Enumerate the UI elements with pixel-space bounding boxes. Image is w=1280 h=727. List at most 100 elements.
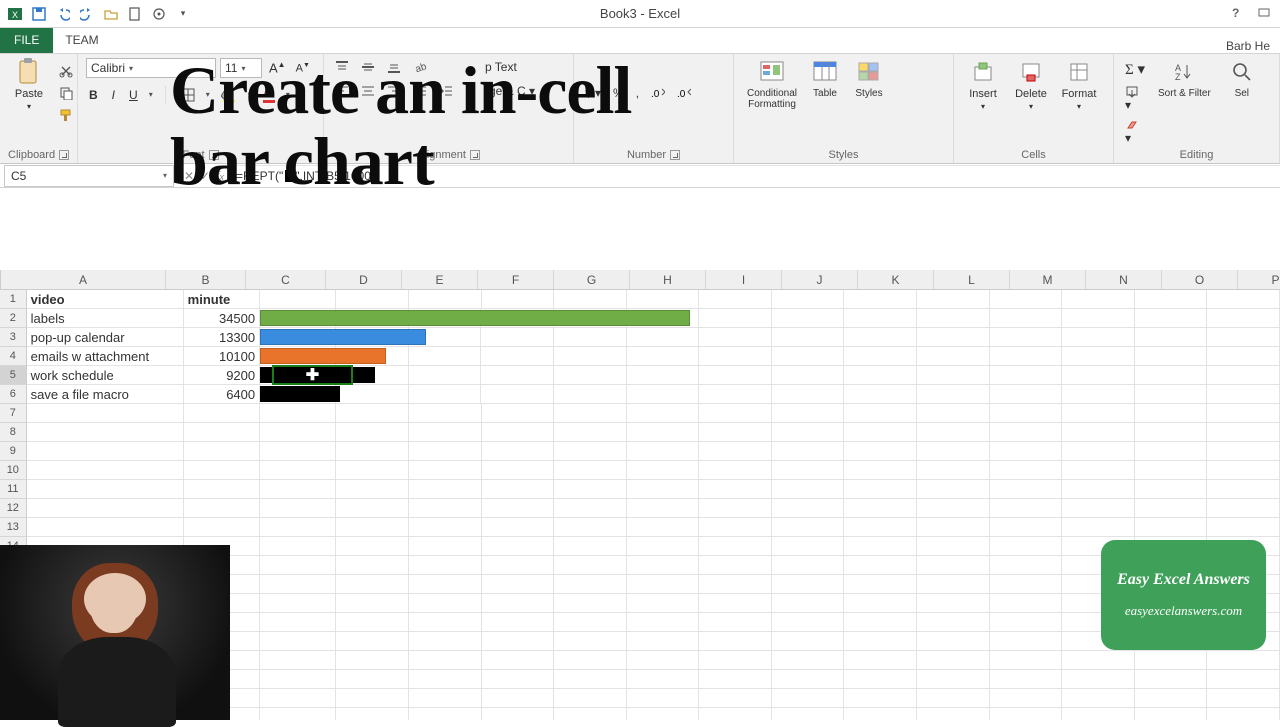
cell-M14[interactable] (990, 537, 1063, 556)
italic-button[interactable]: I (109, 86, 118, 104)
cell-H9[interactable] (627, 442, 700, 461)
cell-C12[interactable] (260, 499, 336, 518)
cell-H16[interactable] (627, 575, 700, 594)
cell-M13[interactable] (990, 518, 1063, 537)
cell-H8[interactable] (627, 423, 700, 442)
cell-B1[interactable]: minute (184, 290, 260, 309)
cell-K15[interactable] (844, 556, 917, 575)
cell-D9[interactable] (336, 442, 409, 461)
cell-B10[interactable] (184, 461, 260, 480)
cell-H19[interactable] (627, 632, 700, 651)
cell-O21[interactable] (1135, 670, 1208, 689)
cell-J6[interactable] (772, 385, 845, 404)
cell-N2[interactable] (1062, 309, 1135, 328)
cell-J10[interactable] (772, 461, 845, 480)
col-header-H[interactable]: H (630, 270, 706, 289)
cell-K1[interactable] (844, 290, 917, 309)
cell-I13[interactable] (699, 518, 772, 537)
cell-E11[interactable] (409, 480, 482, 499)
dec-decimal-icon[interactable]: .0 (674, 85, 694, 101)
cell-C5[interactable] (260, 366, 336, 385)
cell-E4[interactable] (409, 347, 482, 366)
cell-G1[interactable] (554, 290, 627, 309)
cell-F19[interactable] (482, 632, 555, 651)
row-header-3[interactable]: 3 (0, 328, 27, 347)
cell-D12[interactable] (336, 499, 409, 518)
cell-K5[interactable] (844, 366, 917, 385)
cell-M22[interactable] (990, 689, 1063, 708)
cell-F23[interactable] (482, 708, 555, 720)
cell-A4[interactable]: emails w attachment (27, 347, 184, 366)
fill-icon[interactable]: ▾ (1122, 84, 1148, 114)
cell-E6[interactable] (409, 385, 482, 404)
cell-K8[interactable] (844, 423, 917, 442)
cell-G16[interactable] (554, 575, 627, 594)
cell-N13[interactable] (1062, 518, 1135, 537)
currency-icon[interactable]: $ ▾ (582, 84, 604, 102)
cell-F4[interactable] (481, 347, 554, 366)
cell-H23[interactable] (627, 708, 700, 720)
cell-H11[interactable] (627, 480, 700, 499)
comma-icon[interactable]: , (633, 84, 642, 102)
cell-K18[interactable] (844, 613, 917, 632)
cell-I18[interactable] (699, 613, 772, 632)
cell-J9[interactable] (772, 442, 845, 461)
cell-M4[interactable] (990, 347, 1063, 366)
align-middle-icon[interactable] (358, 58, 378, 76)
cell-E22[interactable] (409, 689, 482, 708)
cell-L14[interactable] (917, 537, 990, 556)
cell-C21[interactable] (260, 670, 336, 689)
cell-F20[interactable] (482, 651, 555, 670)
cell-J20[interactable] (772, 651, 845, 670)
col-header-K[interactable]: K (858, 270, 934, 289)
cell-H21[interactable] (627, 670, 700, 689)
cell-C8[interactable] (260, 423, 336, 442)
cell-F21[interactable] (482, 670, 555, 689)
cell-A6[interactable]: save a file macro (27, 385, 184, 404)
cell-O6[interactable] (1135, 385, 1208, 404)
cell-L17[interactable] (917, 594, 990, 613)
cell-I12[interactable] (699, 499, 772, 518)
cell-O13[interactable] (1135, 518, 1208, 537)
align-bottom-icon[interactable] (384, 58, 404, 76)
cell-B9[interactable] (184, 442, 260, 461)
cell-H12[interactable] (627, 499, 700, 518)
format-painter-icon[interactable] (56, 106, 76, 124)
row-header-10[interactable]: 10 (0, 461, 27, 480)
cell-K10[interactable] (844, 461, 917, 480)
cell-K21[interactable] (844, 670, 917, 689)
col-header-B[interactable]: B (166, 270, 246, 289)
cell-A10[interactable] (27, 461, 184, 480)
cell-C19[interactable] (260, 632, 336, 651)
save-icon[interactable] (30, 5, 48, 23)
cell-H3[interactable] (627, 328, 700, 347)
cell-F16[interactable] (482, 575, 555, 594)
cell-P10[interactable] (1207, 461, 1280, 480)
cell-K4[interactable] (844, 347, 917, 366)
cell-K9[interactable] (844, 442, 917, 461)
col-header-I[interactable]: I (706, 270, 782, 289)
cell-C2[interactable] (260, 309, 336, 328)
cell-O5[interactable] (1135, 366, 1208, 385)
cell-B6[interactable]: 6400 (184, 385, 260, 404)
cell-H17[interactable] (627, 594, 700, 613)
autosum-icon[interactable]: Σ ▾ (1122, 58, 1148, 81)
col-header-O[interactable]: O (1162, 270, 1238, 289)
cell-F5[interactable] (481, 366, 554, 385)
cell-D11[interactable] (336, 480, 409, 499)
cell-P13[interactable] (1207, 518, 1280, 537)
font-name-combo[interactable]: Calibri▾ (86, 58, 216, 78)
cell-I14[interactable] (699, 537, 772, 556)
cell-E15[interactable] (409, 556, 482, 575)
cell-G3[interactable] (554, 328, 627, 347)
redo-icon[interactable] (78, 5, 96, 23)
cell-E21[interactable] (409, 670, 482, 689)
cell-G7[interactable] (554, 404, 627, 423)
cell-F3[interactable] (481, 328, 554, 347)
cell-C22[interactable] (260, 689, 336, 708)
cell-C13[interactable] (260, 518, 336, 537)
cell-J16[interactable] (772, 575, 845, 594)
cell-L7[interactable] (917, 404, 990, 423)
col-header-L[interactable]: L (934, 270, 1010, 289)
cell-J18[interactable] (772, 613, 845, 632)
